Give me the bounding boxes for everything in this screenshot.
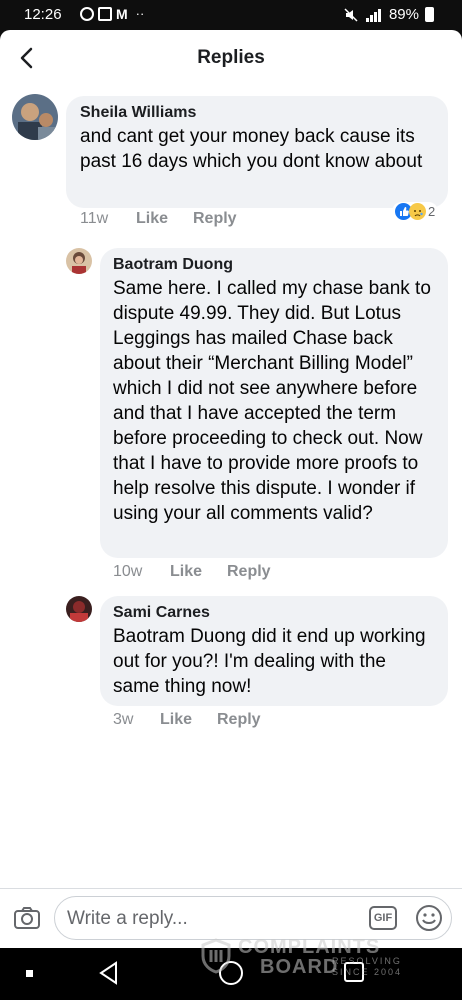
- nav-dot-icon[interactable]: [26, 970, 33, 977]
- comment-age: 3w: [113, 711, 134, 728]
- gif-button[interactable]: GIF: [369, 906, 397, 930]
- reaction-summary[interactable]: 2: [392, 202, 439, 221]
- comment-author[interactable]: Sami Carnes: [113, 604, 435, 622]
- comment-bubble[interactable]: Baotram Duong Same here. I called my cha…: [100, 248, 448, 558]
- emoji-icon[interactable]: [415, 904, 443, 932]
- watermark-line2: BOARD: [260, 956, 339, 978]
- reply-button[interactable]: Reply: [227, 563, 271, 581]
- page-title: Replies: [197, 47, 265, 68]
- comment-author[interactable]: Sheila Williams: [80, 104, 434, 122]
- reply-input[interactable]: Write a reply... GIF: [54, 896, 452, 940]
- avatar[interactable]: [66, 596, 92, 622]
- signal-icon: [365, 8, 381, 22]
- complaintsboard-logo-icon: [201, 938, 231, 974]
- comment-bubble[interactable]: Sheila Williams and cant get your money …: [66, 96, 448, 208]
- camera-icon[interactable]: [12, 903, 42, 933]
- reply-button[interactable]: Reply: [217, 711, 261, 729]
- profile-photo: [66, 248, 92, 274]
- comment-text: Baotram Duong did it end up working out …: [113, 626, 426, 697]
- notification-icons: M ··: [80, 6, 144, 21]
- reply-button[interactable]: Reply: [193, 210, 237, 228]
- profile-photo: [66, 596, 92, 622]
- more-notifications-icon: ··: [135, 6, 145, 21]
- header: Replies: [0, 30, 462, 86]
- like-button[interactable]: Like: [160, 711, 217, 729]
- comment-actions: 11w Like Reply: [80, 210, 237, 228]
- like-button[interactable]: Like: [136, 210, 193, 228]
- like-button[interactable]: Like: [170, 563, 227, 581]
- mcdonalds-icon: M: [116, 5, 128, 22]
- watermark-tagline: RESOLVING SINCE 2004: [332, 956, 403, 977]
- reaction-count: 2: [428, 204, 436, 219]
- comment-bubble[interactable]: Sami Carnes Baotram Duong did it end up …: [100, 596, 448, 706]
- play-icon: [80, 6, 94, 21]
- profile-photo: [12, 94, 58, 140]
- comment-actions: 3w Like Reply: [113, 711, 261, 729]
- comment-age: 11w: [80, 210, 109, 227]
- battery-icon: [425, 7, 434, 22]
- comment-actions: 10w Like Reply: [113, 563, 271, 581]
- battery-percent: 89%: [388, 6, 419, 23]
- replies-screen: Replies Sheila Williams and cant get you…: [0, 30, 462, 948]
- comment-text: and cant get your money back cause its p…: [80, 126, 423, 172]
- comment-age: 10w: [113, 563, 143, 580]
- watermark: COMPLAINTS BOARD RESOLVING SINCE 2004: [200, 936, 420, 980]
- sad-icon: [409, 203, 426, 220]
- comment-author[interactable]: Baotram Duong: [113, 256, 435, 274]
- reply-placeholder: Write a reply...: [67, 908, 188, 929]
- status-time: 12:26: [24, 6, 62, 23]
- avatar[interactable]: [66, 248, 92, 274]
- comment-text: Same here. I called my chase bank to dis…: [113, 278, 431, 524]
- mute-icon: [344, 7, 358, 22]
- status-bar: 12:26 M ·· 89%: [0, 0, 462, 30]
- nav-back-icon[interactable]: [96, 960, 122, 986]
- avatar[interactable]: [12, 94, 58, 140]
- message-icon: [98, 6, 112, 21]
- system-icons: 89%: [343, 6, 434, 23]
